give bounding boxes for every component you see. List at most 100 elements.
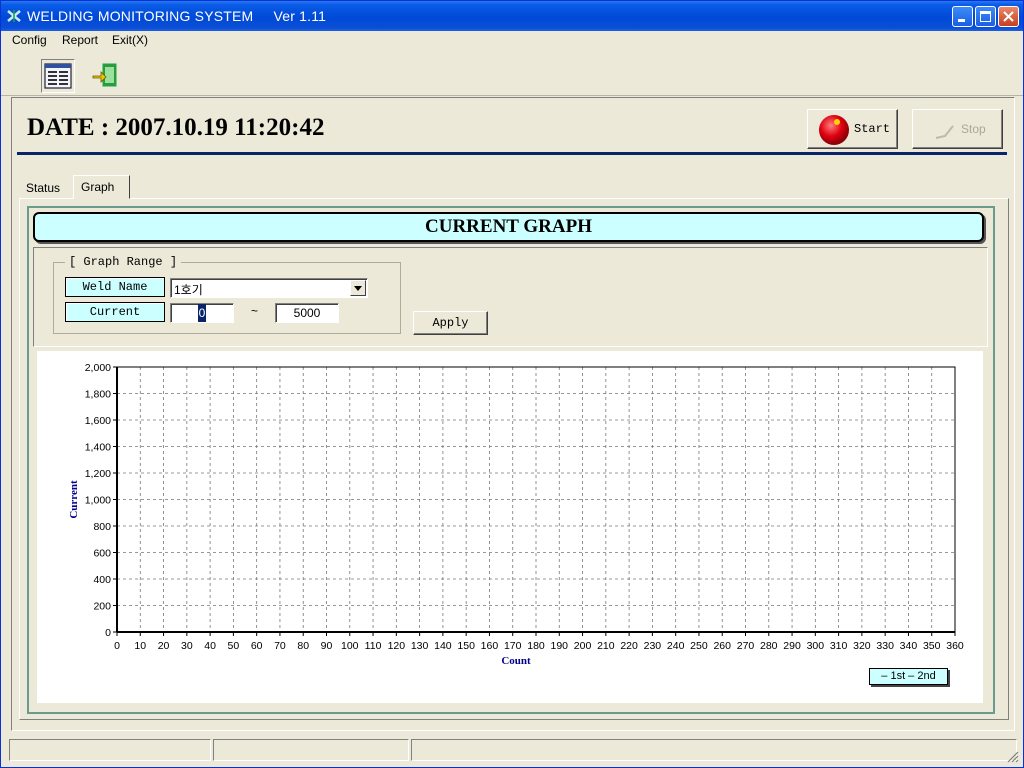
x-tick-label: 140 xyxy=(434,640,452,652)
app-window: WELDING MONITORING SYSTEM Ver 1.11 Config… xyxy=(0,0,1024,768)
welding-app-icon xyxy=(7,10,21,22)
header-divider xyxy=(17,152,1007,155)
x-tick-label: 50 xyxy=(228,640,240,652)
tab-status[interactable]: Status xyxy=(21,178,73,198)
y-tick-label: 1,600 xyxy=(85,415,111,427)
x-tick-label: 240 xyxy=(667,640,685,652)
y-tick-label: 800 xyxy=(93,521,111,533)
x-tick-label: 40 xyxy=(204,640,216,652)
y-tick-label: 600 xyxy=(93,548,111,560)
x-tick-label: 20 xyxy=(158,640,170,652)
close-icon xyxy=(1003,11,1014,22)
x-tick-label: 330 xyxy=(876,640,894,652)
y-axis-title: Current xyxy=(68,480,80,519)
x-tick-label: 290 xyxy=(783,640,801,652)
window-title: WELDING MONITORING SYSTEM Ver 1.11 xyxy=(27,8,326,24)
chevron-down-icon xyxy=(354,286,362,291)
x-tick-label: 100 xyxy=(341,640,359,652)
graph-range-title: [ Graph Range ] xyxy=(65,255,182,269)
app-version: Ver 1.11 xyxy=(273,8,327,24)
y-tick-label: 1,200 xyxy=(85,468,111,480)
stop-icon xyxy=(935,125,954,139)
x-tick-label: 70 xyxy=(274,640,286,652)
x-tick-label: 320 xyxy=(853,640,871,652)
graph-range-group xyxy=(53,262,401,334)
x-tick-label: 270 xyxy=(737,640,755,652)
start-label: Start xyxy=(854,122,891,136)
stop-label: Stop xyxy=(961,122,986,136)
x-tick-label: 120 xyxy=(388,640,406,652)
tab-graph[interactable]: Graph xyxy=(73,175,130,199)
stop-button[interactable]: Stop xyxy=(912,109,1003,149)
x-tick-label: 180 xyxy=(527,640,545,652)
resize-grip-icon[interactable] xyxy=(1005,749,1019,763)
x-tick-label: 340 xyxy=(900,640,918,652)
x-tick-label: 250 xyxy=(690,640,708,652)
exit-door-icon xyxy=(92,63,117,87)
y-tick-label: 1,000 xyxy=(85,495,111,507)
x-tick-label: 210 xyxy=(597,640,615,652)
x-tick-label: 110 xyxy=(365,640,382,652)
minimize-button[interactable] xyxy=(952,6,973,27)
close-button[interactable] xyxy=(998,6,1019,27)
menu-config[interactable]: Config xyxy=(12,33,47,47)
y-tick-label: 1,400 xyxy=(85,442,111,454)
current-label: Current xyxy=(65,302,165,322)
status-cell-2 xyxy=(213,739,409,761)
graph-title: CURRENT GRAPH xyxy=(33,212,984,242)
current-chart: 0 10 20 30 40 50 60 70 80 90 100 110 120 130 140 150 160… xyxy=(68,362,964,667)
app-title: WELDING MONITORING SYSTEM xyxy=(27,8,254,24)
current-min-input[interactable]: 0 xyxy=(170,303,234,323)
weld-name-value: 1호기 xyxy=(174,283,203,297)
menu-exit[interactable]: Exit(X) xyxy=(112,33,148,47)
y-tick-label: 400 xyxy=(93,574,111,586)
x-tick-label: 60 xyxy=(251,640,263,652)
x-tick-label: 220 xyxy=(620,640,638,652)
status-cell-3 xyxy=(411,739,1017,761)
current-max-input[interactable]: 5000 xyxy=(275,303,339,323)
date-display: DATE : 2007.10.19 11:20:42 xyxy=(27,114,325,141)
x-tick-label: 280 xyxy=(760,640,778,652)
x-tick-label: 10 xyxy=(134,640,146,652)
status-cell-1 xyxy=(9,739,211,761)
report-button[interactable] xyxy=(41,59,75,93)
dropdown-arrow-button[interactable] xyxy=(350,280,366,296)
x-tick-label: 260 xyxy=(713,640,731,652)
x-tick-label: 80 xyxy=(297,640,309,652)
report-icon xyxy=(44,63,72,89)
current-min-value: 0 xyxy=(197,304,207,322)
weld-name-label: Weld Name xyxy=(65,277,165,297)
maximize-button[interactable] xyxy=(975,6,996,27)
x-tick-label: 360 xyxy=(946,640,964,652)
x-axis-title: Count xyxy=(501,655,531,667)
chart-legend: – 1st – 2nd xyxy=(869,668,948,685)
status-bar xyxy=(1,737,1023,767)
toolbar xyxy=(1,53,1023,96)
title-bar[interactable]: WELDING MONITORING SYSTEM Ver 1.11 xyxy=(1,1,1023,31)
start-button[interactable]: Start xyxy=(807,109,898,149)
exit-button[interactable] xyxy=(89,59,123,93)
x-tick-label: 350 xyxy=(923,640,941,652)
x-tick-label: 170 xyxy=(504,640,522,652)
range-separator: ~ xyxy=(251,304,259,318)
start-icon xyxy=(819,115,849,145)
x-tick-label: 150 xyxy=(457,640,475,652)
y-tick-label: 0 xyxy=(105,627,111,639)
x-tick-label: 90 xyxy=(321,640,333,652)
x-tick-label: 130 xyxy=(411,640,429,652)
y-tick-label: 2,000 xyxy=(85,362,111,374)
menu-report[interactable]: Report xyxy=(62,33,98,47)
minimize-icon xyxy=(958,19,965,22)
x-tick-label: 300 xyxy=(807,640,825,652)
y-tick-label: 200 xyxy=(93,601,111,613)
x-tick-label: 230 xyxy=(644,640,662,652)
x-tick-label: 310 xyxy=(830,640,848,652)
x-tick-label: 0 xyxy=(114,640,120,652)
weld-name-select[interactable]: 1호기 xyxy=(170,278,368,298)
x-tick-label: 30 xyxy=(181,640,193,652)
x-tick-label: 160 xyxy=(481,640,499,652)
y-tick-label: 1,800 xyxy=(85,389,111,401)
apply-button[interactable]: Apply xyxy=(413,311,488,335)
maximize-icon xyxy=(980,11,991,22)
menu-bar: Config Report Exit(X) xyxy=(1,31,1023,51)
